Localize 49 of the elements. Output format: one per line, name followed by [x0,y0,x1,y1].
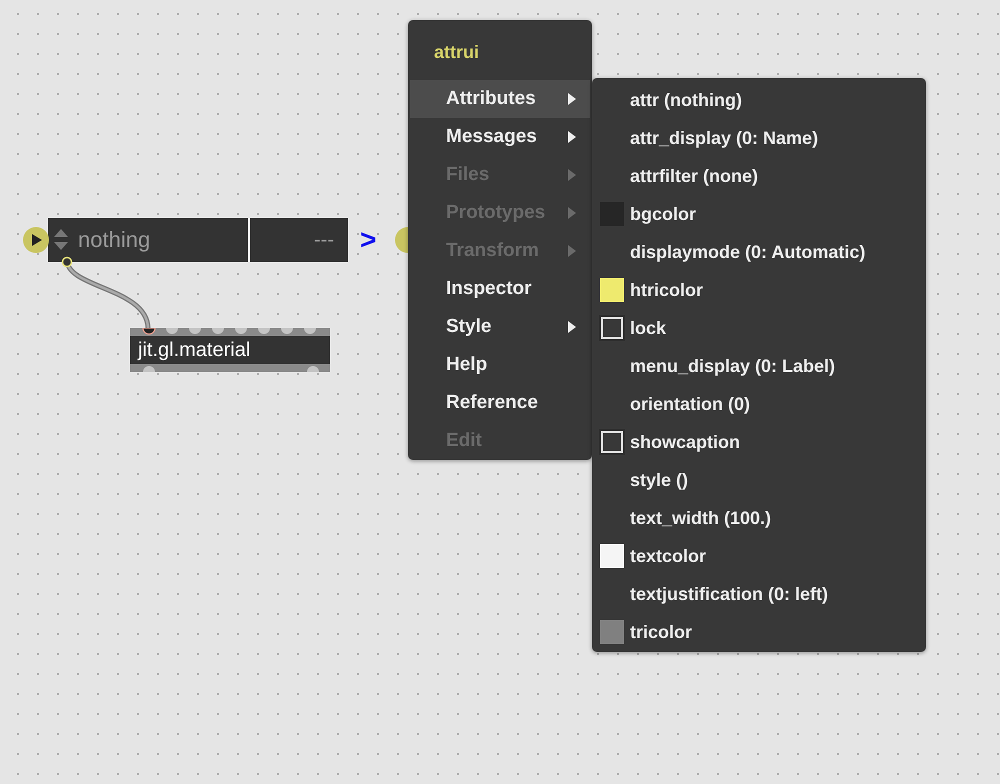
menu-item[interactable]: attr (nothing) [592,81,926,119]
menu-item[interactable]: textjustification (0: left) [592,575,926,613]
attribute-value[interactable]: --- [248,218,348,262]
checkbox[interactable] [601,317,623,339]
menu-item[interactable]: Help [410,346,590,384]
attribute-name[interactable]: nothing [78,227,248,253]
play-button-icon [22,226,50,254]
menu-item[interactable]: Messages [410,118,590,156]
menu-item[interactable]: textcolor [592,537,926,575]
menu-item[interactable]: htricolor [592,271,926,309]
attrui-object[interactable]: nothing --- [48,218,348,262]
menu-item[interactable]: tricolor [592,613,926,651]
inlet-icon [142,328,156,336]
menu-item[interactable]: menu_display (0: Label) [592,347,926,385]
inlet-icon [395,227,408,253]
submenu-arrow-icon [568,169,576,181]
inlet-icon [211,328,225,336]
outlet-icon [142,364,156,372]
object-text: jit.gl.material [130,336,330,364]
inlet-icon [165,328,179,336]
menu-item[interactable]: Attributes [410,80,590,118]
menu-item[interactable]: attrfilter (none) [592,157,926,195]
inlet-icon [280,328,294,336]
submenu-arrow-icon [568,321,576,333]
submenu-arrow-icon [568,131,576,143]
inlet-icon [303,328,317,336]
menu-item[interactable]: attr_display (0: Name) [592,119,926,157]
submenu-arrow-icon [568,207,576,219]
menu-item[interactable]: Style [410,308,590,346]
outlet-icon [306,364,320,372]
outlet-icon [61,256,73,268]
menu-item[interactable]: orientation (0) [592,385,926,423]
inlet-icon [257,328,271,336]
menu-item[interactable]: displaymode (0: Automatic) [592,233,926,271]
inlet-icon [234,328,248,336]
menu-item[interactable]: Inspector [410,270,590,308]
menu-item[interactable]: Reference [410,384,590,422]
menu-title: attrui [433,42,480,64]
menu-item[interactable]: bgcolor [592,195,926,233]
menu-item[interactable]: style () [592,461,926,499]
submenu-arrow-icon [568,245,576,257]
menu-item[interactable]: lock [592,309,926,347]
menu-item[interactable]: showcaption [592,423,926,461]
menu-item[interactable]: text_width (100.) [592,499,926,537]
inlet-icon [188,328,202,336]
submenu-arrow-icon [568,93,576,105]
object-box[interactable]: jit.gl.material [130,328,330,372]
checkbox[interactable] [601,431,623,453]
arrow-comment: > [360,224,376,256]
